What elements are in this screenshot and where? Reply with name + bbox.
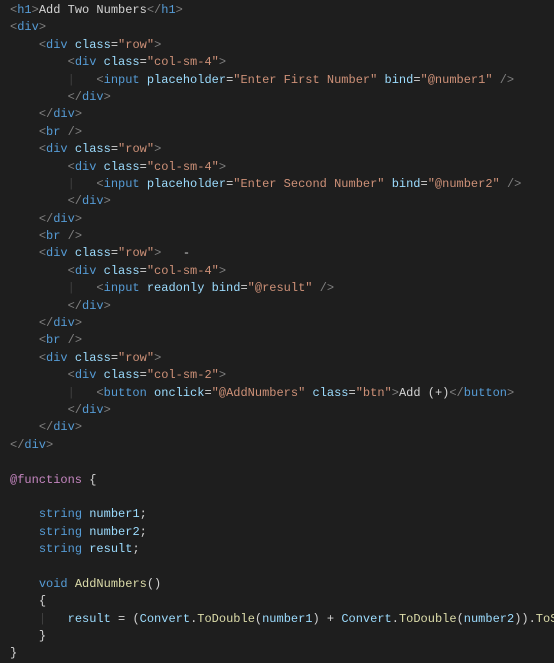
h1-text: Add Two Numbers xyxy=(39,3,147,17)
kw-string: string xyxy=(39,542,82,556)
convert: Convert xyxy=(341,612,391,626)
btn-class: btn xyxy=(363,386,385,400)
tostring: ToString xyxy=(536,612,554,626)
arg: number2 xyxy=(464,612,514,626)
bind-result: @result xyxy=(255,281,305,295)
kw-string: string xyxy=(39,525,82,539)
var-n2: number2 xyxy=(89,525,139,539)
todouble: ToDouble xyxy=(197,612,255,626)
convert: Convert xyxy=(140,612,190,626)
kw-string: string xyxy=(39,507,82,521)
placeholder-2: Enter Second Number xyxy=(240,177,377,191)
attr-val: col-sm-4 xyxy=(154,264,212,278)
attr-val: col-sm-2 xyxy=(154,368,212,382)
directive: @functions xyxy=(10,473,82,487)
attr-val: row xyxy=(125,38,147,52)
placeholder-1: Enter First Number xyxy=(240,73,370,87)
var-n1: number1 xyxy=(89,507,139,521)
button-text: Add (+) xyxy=(399,386,449,400)
attr-val: row xyxy=(125,246,147,260)
code-editor[interactable]: <h1>Add Two Numbers</h1> <div> <div clas… xyxy=(0,0,554,663)
attr-val: row xyxy=(125,351,147,365)
bind-1: @number1 xyxy=(428,73,486,87)
attr-val: col-sm-4 xyxy=(154,55,212,69)
attr-val: row xyxy=(125,142,147,156)
var-res: result xyxy=(89,542,132,556)
assign: result xyxy=(68,612,111,626)
bind-2: @number2 xyxy=(435,177,493,191)
onclick-val: @AddNumbers xyxy=(219,386,298,400)
todouble: ToDouble xyxy=(399,612,457,626)
attr-val: col-sm-4 xyxy=(154,160,212,174)
arg: number1 xyxy=(262,612,312,626)
